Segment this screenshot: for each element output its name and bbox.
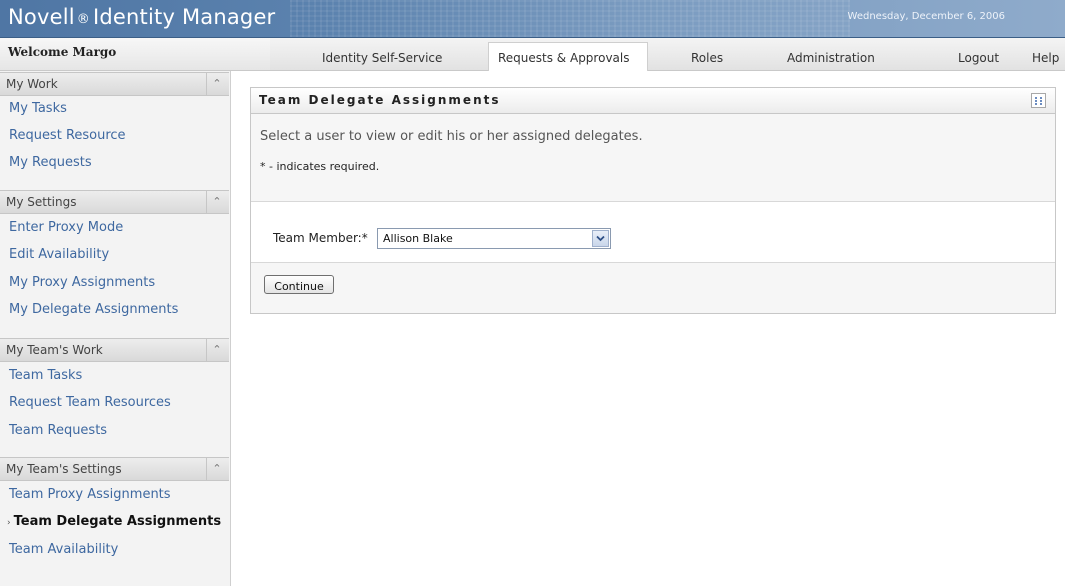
sidebar-item-edit-availability[interactable]: Edit Availability xyxy=(9,247,109,262)
sidebar-item-my-delegate-assignments[interactable]: My Delegate Assignments xyxy=(9,302,178,317)
team-member-form-row: Team Member:* Allison Blake xyxy=(251,201,1055,263)
sidebar-item-team-delegate-assignments[interactable]: › Team Delegate Assignments xyxy=(7,514,221,529)
sidebar-item-my-requests[interactable]: My Requests xyxy=(9,155,92,170)
panel-menu-icon[interactable] xyxy=(1031,93,1046,108)
section-title: My Team's Settings xyxy=(6,462,122,476)
double-chevron-up-icon[interactable]: ⌃ xyxy=(206,458,227,480)
chevron-down-icon[interactable] xyxy=(592,230,609,247)
team-member-label: Team Member:* xyxy=(273,231,368,245)
sidebar-item-request-resource[interactable]: Request Resource xyxy=(9,128,126,143)
double-chevron-up-icon[interactable]: ⌃ xyxy=(206,73,227,95)
required-note: * - indicates required. xyxy=(260,160,380,173)
panel-title: Team Delegate Assignments xyxy=(259,93,501,107)
top-navbar: Welcome Margo Identity Self-Service Requ… xyxy=(0,38,1065,71)
double-chevron-up-icon[interactable]: ⌃ xyxy=(206,191,227,213)
sidebar-item-team-tasks[interactable]: Team Tasks xyxy=(9,368,82,383)
team-member-select[interactable]: Allison Blake xyxy=(377,228,611,249)
app-header: Novell ® Identity Manager Wednesday, Decem… xyxy=(0,0,1065,38)
sidebar-item-team-requests[interactable]: Team Requests xyxy=(9,423,107,438)
app-title: Novell ® Identity Manager xyxy=(8,5,276,29)
tab-administration[interactable]: Administration xyxy=(787,51,875,65)
tab-identity-self-service[interactable]: Identity Self-Service xyxy=(322,51,442,65)
header-date: Wednesday, December 6, 2006 xyxy=(847,11,1005,22)
section-my-teams-work[interactable]: My Team's Work ⌃ xyxy=(0,338,229,362)
team-delegate-panel: Team Delegate Assignments Select a user … xyxy=(250,87,1056,314)
panel-header: Team Delegate Assignments xyxy=(251,88,1055,114)
tab-requests-approvals[interactable]: Requests & Approvals xyxy=(498,51,629,65)
sidebar-item-team-availability[interactable]: Team Availability xyxy=(9,542,118,557)
section-title: My Work xyxy=(6,77,58,91)
double-chevron-up-icon[interactable]: ⌃ xyxy=(206,339,227,361)
sidebar-item-request-team-resources[interactable]: Request Team Resources xyxy=(9,395,171,410)
registered-mark: ® xyxy=(76,12,90,27)
tab-roles[interactable]: Roles xyxy=(691,51,723,65)
panel-instructions: Select a user to view or edit his or her… xyxy=(260,129,643,144)
section-my-work[interactable]: My Work ⌃ xyxy=(0,72,229,96)
section-title: My Settings xyxy=(6,195,77,209)
section-title: My Team's Work xyxy=(6,343,103,357)
current-item-arrow-icon: › xyxy=(7,518,11,528)
sidebar-item-my-tasks[interactable]: My Tasks xyxy=(9,101,67,116)
sidebar-item-my-proxy-assignments[interactable]: My Proxy Assignments xyxy=(9,275,155,290)
sidebar-item-team-proxy-assignments[interactable]: Team Proxy Assignments xyxy=(9,487,171,502)
team-member-value: Allison Blake xyxy=(383,232,453,245)
section-my-settings[interactable]: My Settings ⌃ xyxy=(0,190,229,214)
continue-button[interactable]: Continue xyxy=(264,275,334,294)
welcome-box: Welcome Margo xyxy=(0,38,270,70)
welcome-text: Welcome Margo xyxy=(8,45,117,59)
sidebar-item-enter-proxy-mode[interactable]: Enter Proxy Mode xyxy=(9,220,123,235)
header-pattern xyxy=(290,0,850,37)
sidebar: My Work ⌃ My Tasks Request Resource My R… xyxy=(0,71,231,586)
logout-link[interactable]: Logout xyxy=(958,51,999,65)
section-my-teams-settings[interactable]: My Team's Settings ⌃ xyxy=(0,457,229,481)
help-link[interactable]: Help xyxy=(1032,51,1059,65)
